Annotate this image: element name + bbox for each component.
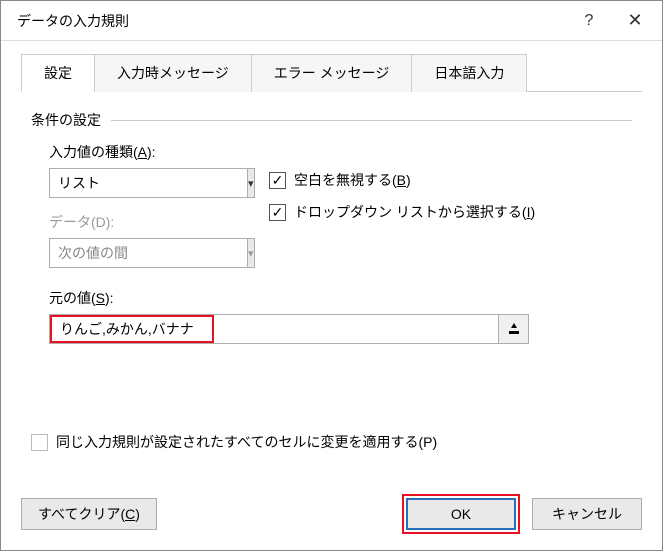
- titlebar: データの入力規則 ? ✕: [1, 1, 662, 41]
- apply-to-all-label: 同じ入力規則が設定されたすべてのセルに変更を適用する(P): [56, 432, 437, 452]
- ok-highlight: OK: [402, 494, 520, 534]
- dialog-content: 設定 入力時メッセージ エラー メッセージ 日本語入力 条件の設定 入力値の種類…: [1, 41, 662, 484]
- apply-to-all-checkbox[interactable]: 同じ入力規則が設定されたすべてのセルに変更を適用する(P): [31, 432, 632, 452]
- in-cell-dropdown-checkbox[interactable]: ドロップダウン リストから選択する(I): [269, 202, 632, 222]
- collapse-dialog-icon: [507, 322, 521, 336]
- checkbox-icon: [269, 172, 286, 189]
- tab-ime-mode[interactable]: 日本語入力: [411, 54, 527, 92]
- checkbox-icon: [31, 434, 48, 451]
- criteria-label: 条件の設定: [31, 110, 101, 130]
- source-label: 元の値(S):: [49, 288, 632, 308]
- criteria-fieldset-header: 条件の設定: [31, 110, 632, 130]
- help-button[interactable]: ?: [566, 3, 612, 39]
- divider: [111, 120, 632, 121]
- allow-input[interactable]: [49, 168, 247, 198]
- tab-strip: 設定 入力時メッセージ エラー メッセージ 日本語入力: [21, 53, 642, 92]
- checkbox-icon: [269, 204, 286, 221]
- ignore-blank-checkbox[interactable]: 空白を無視する(B): [269, 170, 632, 190]
- tab-error-alert[interactable]: エラー メッセージ: [251, 54, 413, 92]
- tab-settings[interactable]: 設定: [21, 54, 95, 92]
- allow-combobox[interactable]: ▾: [49, 168, 235, 198]
- source-input-extra[interactable]: [214, 315, 498, 343]
- data-label: データ(D):: [49, 212, 249, 232]
- dialog-footer: すべてクリア(C) OK キャンセル: [1, 484, 662, 550]
- source-input-row: [49, 314, 529, 344]
- ok-button[interactable]: OK: [406, 498, 516, 530]
- data-combobox: ▾: [49, 238, 235, 268]
- allow-label: 入力値の種類(A):: [49, 142, 249, 162]
- range-picker-button[interactable]: [498, 315, 528, 343]
- data-validation-dialog: データの入力規則 ? ✕ 設定 入力時メッセージ エラー メッセージ 日本語入力…: [0, 0, 663, 551]
- source-input[interactable]: [52, 321, 212, 337]
- tab-input-message[interactable]: 入力時メッセージ: [94, 54, 252, 92]
- clear-all-button[interactable]: すべてクリア(C): [21, 498, 157, 530]
- cancel-button[interactable]: キャンセル: [532, 498, 642, 530]
- close-button[interactable]: ✕: [612, 3, 658, 39]
- tabpanel-settings: 条件の設定 入力値の種類(A): ▾ データ(D):: [21, 92, 642, 474]
- chevron-down-icon: ▾: [247, 238, 255, 268]
- data-input: [49, 238, 247, 268]
- dialog-title: データの入力規則: [17, 11, 566, 31]
